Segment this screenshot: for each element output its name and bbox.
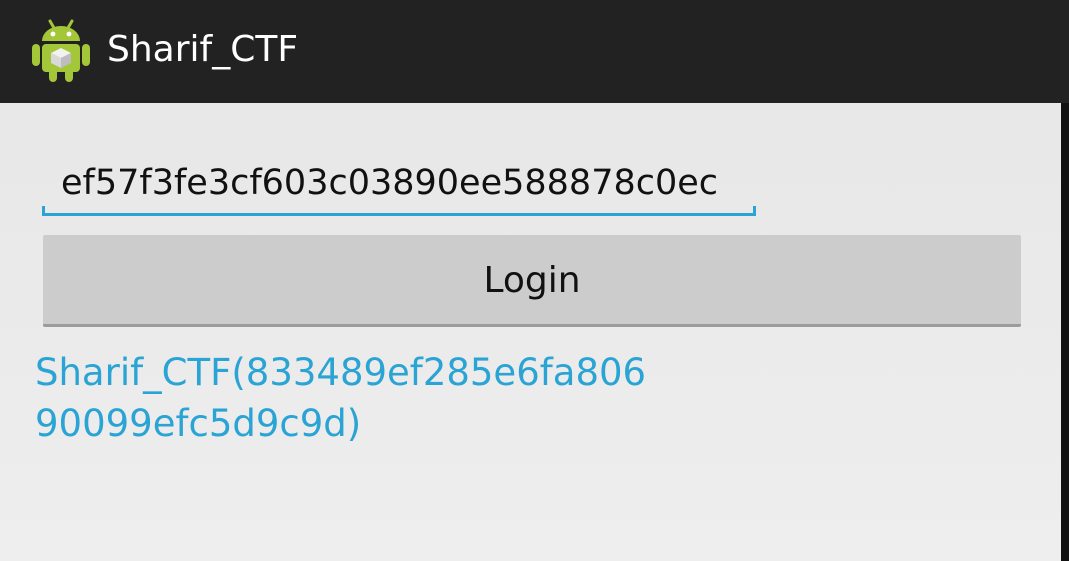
result-line: 90099efc5d9c9d): [35, 402, 362, 445]
window-edge: [1061, 103, 1069, 561]
input-underline-tick-left: [42, 206, 45, 216]
flag-input-value: ef57f3fe3cf603c03890ee588878c0ec: [61, 163, 719, 203]
result-line: Sharif_CTF(833489ef285e6fa806: [35, 351, 647, 394]
input-underline-tick-right: [753, 206, 756, 216]
input-underline: [42, 213, 756, 216]
flag-input-field[interactable]: ef57f3fe3cf603c03890ee588878c0ec: [42, 152, 756, 218]
android-robot-icon: [32, 19, 90, 82]
login-button[interactable]: Login: [43, 235, 1021, 327]
app-title: Sharif_CTF: [107, 29, 299, 70]
result-text: Sharif_CTF(833489ef285e6fa806 90099efc5d…: [35, 347, 735, 449]
action-bar: Sharif_CTF: [0, 0, 1069, 103]
app-screen: Sharif_CTF ef57f3fe3cf603c03890ee588878c…: [0, 0, 1069, 561]
